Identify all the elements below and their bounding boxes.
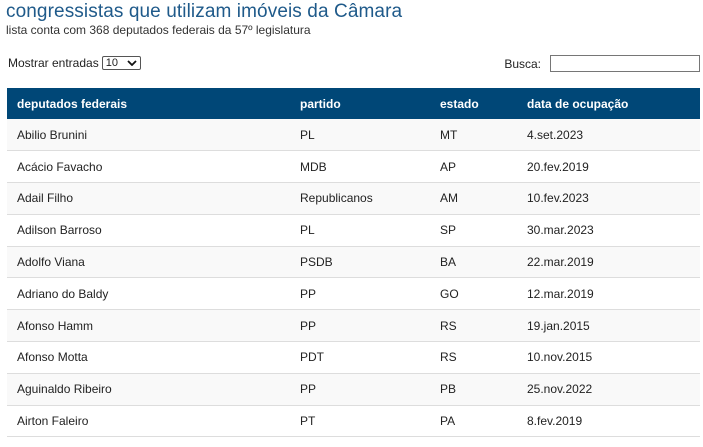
cell-deputado: Adilson Barroso <box>7 214 290 247</box>
entries-length-select[interactable]: 10 <box>101 56 141 70</box>
cell-data: 20.fev.2019 <box>517 150 700 184</box>
entries-length-control: Mostrar entradas 10 <box>8 56 141 70</box>
cell-data: 8.fev.2019 <box>517 405 700 438</box>
cell-partido: PP <box>290 277 430 311</box>
table-row: Aguinaldo Ribeiro PP PB 25.nov.2022 <box>7 373 700 406</box>
table-row: Adolfo Viana PSDB BA 22.mar.2019 <box>7 246 700 279</box>
cell-partido: MDB <box>290 150 430 184</box>
cell-deputado: Adail Filho <box>7 182 290 215</box>
cell-partido: PP <box>290 373 430 406</box>
table-row: Afonso Hamm PP RS 19.jan.2015 <box>7 309 700 343</box>
cell-deputado: Afonso Hamm <box>7 309 290 343</box>
cell-data: 10.fev.2023 <box>517 182 700 215</box>
table-row: Adriano do Baldy PP GO 12.mar.2019 <box>7 277 700 311</box>
cell-partido: PP <box>290 309 430 343</box>
cell-estado: BA <box>430 246 517 279</box>
page-title: congressistas que utilizam imóveis da Câ… <box>6 1 403 22</box>
cell-deputado: Adolfo Viana <box>7 246 290 279</box>
cell-partido: PSDB <box>290 246 430 279</box>
cell-estado: MT <box>430 119 517 152</box>
cell-partido: PT <box>290 405 430 438</box>
search-control: Busca: <box>504 55 700 72</box>
search-label: Busca: <box>504 56 541 71</box>
cell-partido: PDT <box>290 341 430 374</box>
cell-partido: PL <box>290 119 430 152</box>
table-header-row: deputados federais partido estado data d… <box>7 88 700 119</box>
cell-estado: RS <box>430 341 517 374</box>
cell-estado: AP <box>430 150 517 184</box>
cell-data: 4.set.2023 <box>517 119 700 152</box>
cell-deputado: Abilio Brunini <box>7 119 290 152</box>
page-subtitle: lista conta com 368 deputados federais d… <box>6 23 311 37</box>
cell-data: 30.mar.2023 <box>517 214 700 247</box>
table-row: Airton Faleiro PT PA 8.fev.2019 <box>7 405 700 438</box>
cell-estado: PB <box>430 373 517 406</box>
cell-deputado: Airton Faleiro <box>7 405 290 438</box>
entries-length-value: 10 <box>105 57 118 69</box>
cell-estado: RS <box>430 309 517 343</box>
cell-data: 10.nov.2015 <box>517 341 700 374</box>
column-header-estado[interactable]: estado <box>430 88 517 119</box>
cell-deputado: Adriano do Baldy <box>7 277 290 311</box>
column-header-partido[interactable]: partido <box>290 88 430 119</box>
cell-deputado: Afonso Motta <box>7 341 290 374</box>
cell-data: 25.nov.2022 <box>517 373 700 406</box>
cell-deputado: Aguinaldo Ribeiro <box>7 373 290 406</box>
cell-estado: SP <box>430 214 517 247</box>
cell-data: 22.mar.2019 <box>517 246 700 279</box>
column-header-deputados[interactable]: deputados federais <box>7 88 290 119</box>
cell-data: 19.jan.2015 <box>517 309 700 343</box>
cell-estado: GO <box>430 277 517 311</box>
table-row: Adail Filho Republicanos AM 10.fev.2023 <box>7 182 700 215</box>
cell-estado: AM <box>430 182 517 215</box>
cell-partido: PL <box>290 214 430 247</box>
search-input[interactable] <box>550 55 700 72</box>
cell-estado: PA <box>430 405 517 438</box>
table-row: Adilson Barroso PL SP 30.mar.2023 <box>7 214 700 247</box>
table-row: Afonso Motta PDT RS 10.nov.2015 <box>7 341 700 374</box>
deputies-table: deputados federais partido estado data d… <box>7 88 700 438</box>
column-header-data[interactable]: data de ocupação <box>517 88 700 119</box>
chevron-down-icon <box>127 60 137 66</box>
cell-partido: Republicanos <box>290 182 430 215</box>
cell-data: 12.mar.2019 <box>517 277 700 311</box>
table-row: Acácio Favacho MDB AP 20.fev.2019 <box>7 150 700 184</box>
table-row: Abilio Brunini PL MT 4.set.2023 <box>7 119 700 152</box>
cell-deputado: Acácio Favacho <box>7 150 290 184</box>
entries-length-label: Mostrar entradas <box>8 56 99 70</box>
